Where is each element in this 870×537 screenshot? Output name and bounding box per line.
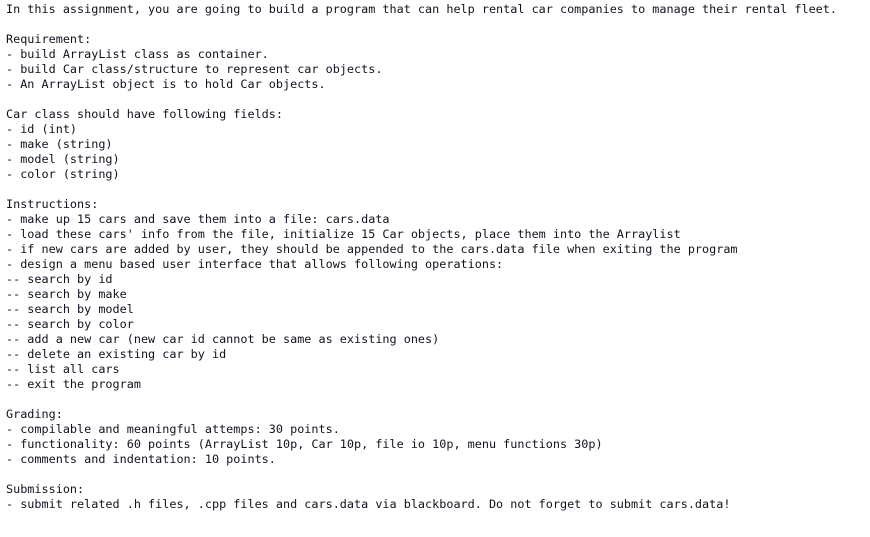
section-2-line-5: -- search by make	[6, 287, 127, 301]
section-3-line-2: - comments and indentation: 10 points.	[6, 452, 276, 466]
section-1-line-3: - color (string)	[6, 167, 120, 181]
intro-line: In this assignment, you are going to bui…	[6, 2, 837, 16]
section-heading-4: Submission:	[6, 482, 85, 496]
section-0-line-2: - An ArrayList object is to hold Car obj…	[6, 77, 326, 91]
section-2-line-4: -- search by id	[6, 272, 113, 286]
section-2-line-2: - if new cars are added by user, they sh…	[6, 242, 738, 256]
section-heading-1: Car class should have following fields:	[6, 107, 283, 121]
section-2-line-11: -- exit the program	[6, 377, 141, 391]
section-4-line-0: - submit related .h files, .cpp files an…	[6, 497, 731, 511]
section-2-line-3: - design a menu based user interface tha…	[6, 257, 504, 271]
section-heading-3: Grading:	[6, 407, 63, 421]
section-2-line-6: -- search by model	[6, 302, 134, 316]
section-1-line-0: - id (int)	[6, 122, 78, 136]
section-heading-0: Requirement:	[6, 32, 92, 46]
section-2-line-7: -- search by color	[6, 317, 134, 331]
section-2-line-10: -- list all cars	[6, 362, 120, 376]
section-0-line-1: - build Car class/structure to represent…	[6, 62, 383, 76]
section-2-line-8: -- add a new car (new car id cannot be s…	[6, 332, 440, 346]
section-2-line-0: - make up 15 cars and save them into a f…	[6, 212, 390, 226]
section-heading-2: Instructions:	[6, 197, 99, 211]
section-0-line-0: - build ArrayList class as container.	[6, 47, 269, 61]
assignment-document: In this assignment, you are going to bui…	[0, 0, 870, 512]
section-2-line-9: -- delete an existing car by id	[6, 347, 227, 361]
section-3-line-1: - functionality: 60 points (ArrayList 10…	[6, 437, 603, 451]
section-1-line-1: - make (string)	[6, 137, 113, 151]
section-2-line-1: - load these cars' info from the file, i…	[6, 227, 681, 241]
section-1-line-2: - model (string)	[6, 152, 120, 166]
section-3-line-0: - compilable and meaningful attemps: 30 …	[6, 422, 340, 436]
